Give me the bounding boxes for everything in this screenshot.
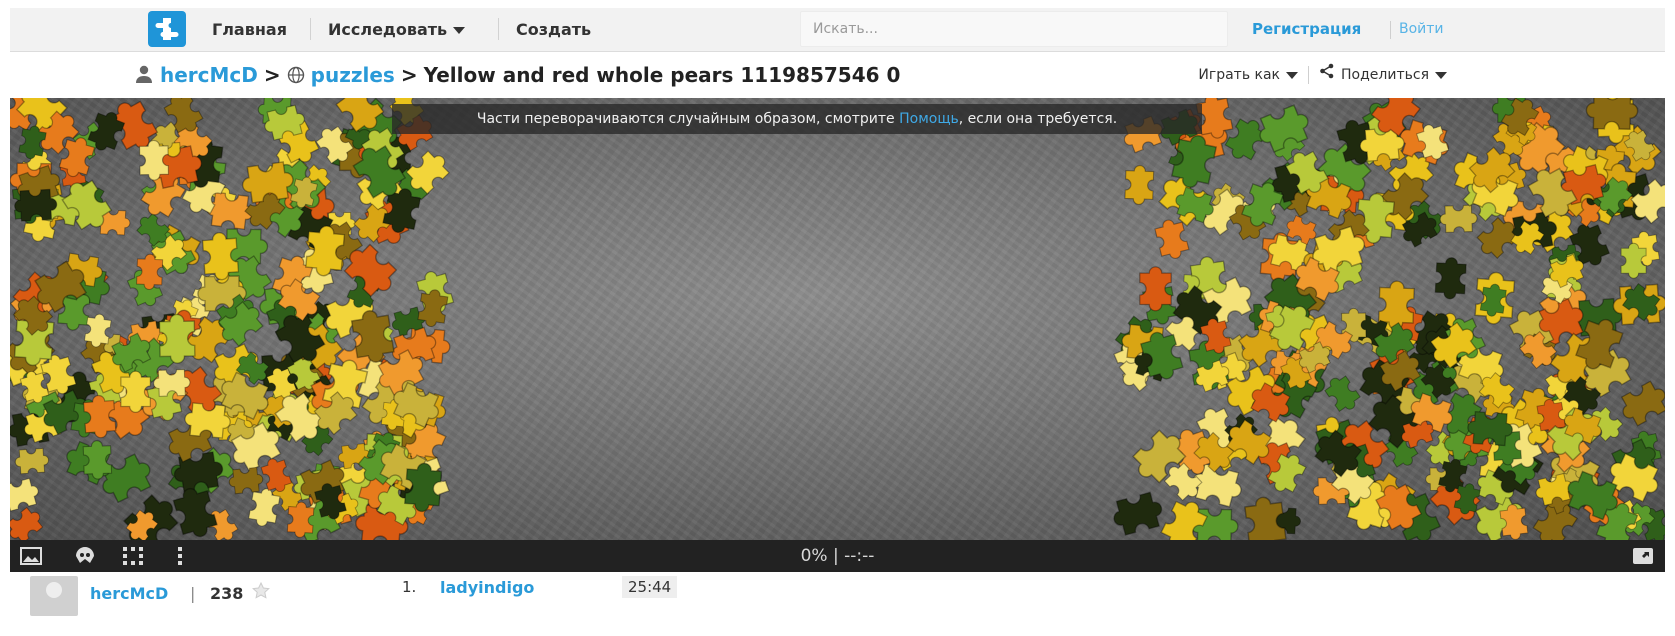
puzzle-piece[interactable] <box>10 477 41 512</box>
progress-readout: 0% | --:-- <box>800 546 875 566</box>
breadcrumb: hercMcD > puzzles > Yellow and red whole pe… <box>134 58 900 92</box>
puzzle-piece[interactable] <box>1254 102 1314 154</box>
grid-icon[interactable] <box>122 546 144 570</box>
puzzle-actions: Играть как Поделиться <box>1198 58 1447 92</box>
page-title: Yellow and red whole pears 1119857546 0 <box>423 63 901 87</box>
puzzle-piece[interactable] <box>1322 372 1363 416</box>
leaderboard-user-link[interactable]: ladyindigo <box>440 578 534 597</box>
puzzle-piece[interactable] <box>1434 257 1467 300</box>
more-icon[interactable] <box>176 546 184 570</box>
rotation-notice: Части переворачиваются случайным образом… <box>392 104 1202 134</box>
star-icon <box>252 581 270 604</box>
puzzle-board[interactable]: Части переворачиваются случайным образом… <box>10 98 1665 540</box>
breadcrumb-separator: > <box>400 63 418 87</box>
chevron-down-icon <box>453 27 466 34</box>
avatar[interactable] <box>30 576 78 616</box>
share-label: Поделиться <box>1341 67 1429 83</box>
chevron-down-icon <box>1435 71 1447 79</box>
puzzle-piece[interactable] <box>1124 165 1155 205</box>
puzzle-piece[interactable] <box>228 466 264 495</box>
player-score: 238 <box>210 584 244 603</box>
nav-divider <box>498 18 499 40</box>
nav-explore-label: Исследовать <box>328 20 448 39</box>
login-link[interactable]: Войти <box>1399 8 1444 51</box>
actions-divider <box>1308 66 1310 84</box>
nav-home[interactable]: Главная <box>212 8 287 51</box>
breadcrumb-user-link[interactable]: hercMcD <box>160 63 258 87</box>
globe-icon <box>287 60 305 94</box>
nav-explore[interactable]: Исследовать <box>328 8 466 51</box>
play-as-label: Играть как <box>1198 67 1281 83</box>
leaderboard-time: 25:44 <box>622 576 678 598</box>
puzzle-pieces-layer[interactable] <box>10 98 1665 540</box>
breadcrumb-separator: > <box>263 63 281 87</box>
puzzle-piece[interactable] <box>1110 491 1166 537</box>
puzzle-piece[interactable] <box>1616 378 1665 429</box>
notice-text: Части переворачиваются случайным образом… <box>476 111 900 127</box>
top-navbar: Главная Исследовать Создать Регистрация … <box>10 8 1665 52</box>
puzzle-piece[interactable] <box>1439 204 1478 233</box>
puzzle-piece[interactable] <box>14 447 49 475</box>
help-link[interactable]: Помощь <box>899 111 959 127</box>
leaderboard-rank: 1. <box>402 578 417 596</box>
search-input[interactable] <box>800 11 1228 47</box>
puzzle-control-bar: 0% | --:-- <box>10 540 1665 572</box>
fullscreen-icon[interactable] <box>1632 546 1654 570</box>
notice-text-end: , если она требуется. <box>958 111 1118 127</box>
nav-divider <box>310 18 311 40</box>
auth-divider <box>1390 21 1391 39</box>
player-separator: | <box>190 584 196 603</box>
image-preview-icon[interactable] <box>20 546 42 570</box>
breadcrumb-category-link[interactable]: puzzles <box>311 63 395 87</box>
play-as-dropdown[interactable]: Играть как <box>1198 58 1299 92</box>
player-stats-row: hercMcD | 238 1. ladyindigo 25:44 <box>0 572 1675 636</box>
chevron-down-icon <box>1286 71 1299 79</box>
signup-link[interactable]: Регистрация <box>1252 8 1361 51</box>
share-dropdown[interactable]: Поделиться <box>1319 58 1447 92</box>
ghost-icon[interactable] <box>74 546 96 570</box>
player-name-link[interactable]: hercMcD <box>90 584 168 603</box>
share-icon <box>1319 58 1335 92</box>
user-icon <box>134 60 154 94</box>
puzzle-logo-icon[interactable] <box>148 11 186 47</box>
nav-create[interactable]: Создать <box>516 8 591 51</box>
